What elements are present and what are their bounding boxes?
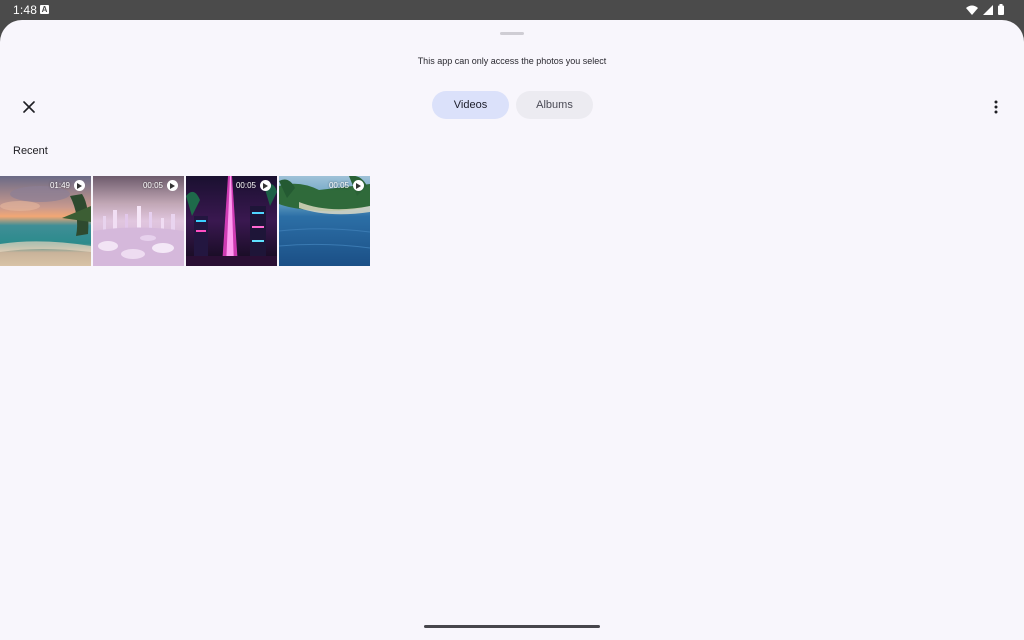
close-button[interactable]	[15, 93, 43, 121]
tab-videos[interactable]: Videos	[432, 91, 509, 119]
video-thumbnail[interactable]: 00:05	[279, 176, 370, 266]
access-notice: This app can only access the photos you …	[417, 56, 607, 66]
tab-albums[interactable]: Albums	[516, 91, 593, 119]
video-meta: 01:49	[50, 180, 85, 191]
status-time: 1:48	[13, 3, 38, 17]
tab-bar: Videos Albums	[432, 91, 593, 119]
video-thumbnail[interactable]: 00:05	[186, 176, 277, 266]
video-duration: 00:05	[142, 181, 163, 190]
video-duration: 00:05	[328, 181, 349, 190]
more-options-button[interactable]	[984, 93, 1008, 121]
video-duration: 01:49	[49, 181, 70, 190]
a-badge-icon: A	[40, 5, 49, 14]
video-duration: 00:05	[235, 181, 256, 190]
video-thumbnail[interactable]: 01:49	[0, 176, 91, 266]
status-bar: 1:48 A	[0, 0, 1024, 20]
battery-icon	[998, 4, 1004, 15]
video-meta: 00:05	[329, 180, 364, 191]
section-title-recent: Recent	[13, 145, 48, 157]
video-grid: 01:49 00:05 00:05 00:05	[0, 176, 370, 266]
close-icon	[23, 101, 35, 113]
play-icon	[167, 180, 178, 191]
video-thumbnail[interactable]: 00:05	[93, 176, 184, 266]
drag-handle[interactable]	[500, 32, 524, 35]
navigation-handle[interactable]	[424, 625, 600, 628]
wifi-icon	[966, 5, 978, 15]
more-vert-icon	[994, 100, 998, 114]
tab-videos-label: Videos	[453, 99, 488, 111]
photo-picker-sheet: This app can only access the photos you …	[0, 20, 1024, 640]
tab-albums-label: Albums	[536, 99, 573, 111]
status-icons	[966, 4, 1004, 15]
play-icon	[260, 180, 271, 191]
play-icon	[74, 180, 85, 191]
signal-icon	[983, 4, 993, 15]
video-meta: 00:05	[236, 180, 271, 191]
play-icon	[353, 180, 364, 191]
video-meta: 00:05	[143, 180, 178, 191]
